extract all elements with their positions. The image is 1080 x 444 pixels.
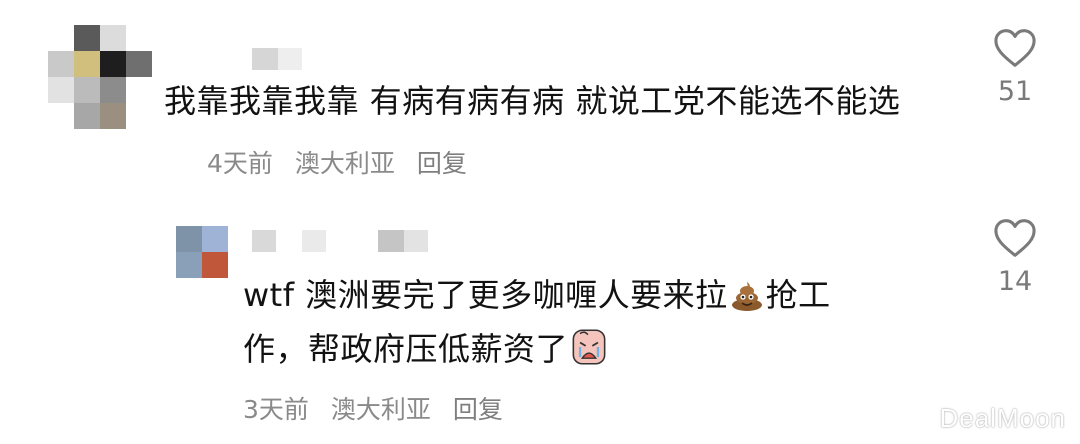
commenter-avatar[interactable] [48,25,152,129]
avatar-pixel [202,226,228,252]
heart-outline-icon[interactable] [993,28,1037,68]
comment-text: 我靠我靠我靠 有病有病有病 就说工党不能选不能选 [164,82,901,120]
avatar-pixel [100,103,126,129]
avatar-pixel [176,252,202,278]
avatar-pixel [176,226,202,252]
avatar-pixel [48,25,74,51]
reply-text: wtf 澳洲要完了更多咖喱人要来拉 抢工作，帮政府压低薪资了 [243,268,883,376]
avatar-pixel [48,77,74,103]
comment-meta: 4天前 澳大利亚 回复 [207,144,481,180]
crying-face-emoji [572,329,606,365]
watermark: DealMoon [939,403,1066,433]
reply-time: 3天前 [243,395,309,424]
reply-button[interactable]: 回复 [453,395,503,424]
avatar-pixel [126,77,152,103]
like-count: 14 [997,266,1033,297]
like-button[interactable]: 14 [980,218,1050,297]
avatar-pixel [48,51,74,77]
heart-outline-icon[interactable] [993,218,1037,258]
avatar-pixel [74,103,100,129]
avatar-pixel [100,25,126,51]
comment-time: 4天前 [207,149,273,178]
avatar-pixel [126,103,152,129]
replier-avatar[interactable] [176,226,228,278]
avatar-pixel [126,25,152,51]
avatar-pixel [126,51,152,77]
reply-location: 澳大利亚 [330,395,431,424]
replier-name-blurred[interactable] [252,230,428,252]
reply-meta: 3天前 澳大利亚 回复 [243,390,517,426]
avatar-pixel [74,77,100,103]
comment-location: 澳大利亚 [294,149,395,178]
avatar-pixel [74,25,100,51]
like-count: 51 [997,76,1033,107]
commenter-name-blurred[interactable] [252,48,302,70]
like-button[interactable]: 51 [980,28,1050,107]
reply-text-part1: wtf 澳洲要完了更多咖喱人要来拉 [243,276,728,314]
avatar-pixel [202,252,228,278]
avatar-pixel [74,51,100,77]
avatar-pixel [100,51,126,77]
poop-emoji [731,282,762,311]
reply-button[interactable]: 回复 [417,149,467,178]
avatar-pixel [100,77,126,103]
avatar-pixel [48,103,74,129]
